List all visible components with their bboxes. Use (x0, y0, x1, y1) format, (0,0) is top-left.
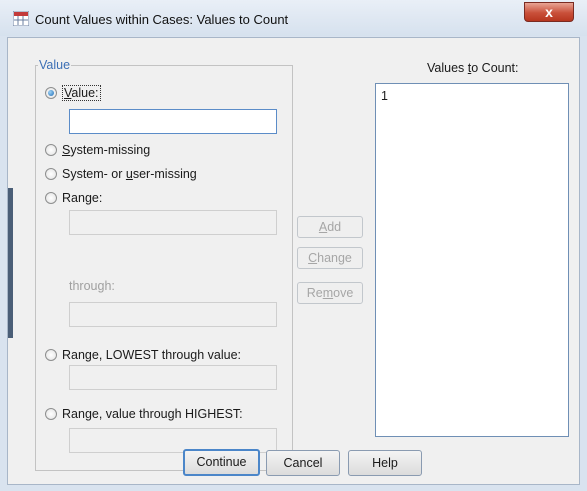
radio-value-label: Value: (62, 85, 101, 101)
radio-range-lowest-label: Range, LOWEST through value: (62, 348, 242, 362)
through-label: through: (69, 279, 115, 293)
values-to-count-label: Values to Count: (427, 61, 519, 75)
radio-unselected-icon (45, 192, 57, 204)
radio-system-missing-label: System-missing (62, 143, 151, 157)
radio-unselected-icon (45, 408, 57, 420)
radio-selected-icon (45, 87, 57, 99)
close-icon: x (545, 4, 553, 20)
radio-range-lowest[interactable]: Range, LOWEST through value: (45, 348, 241, 362)
add-button[interactable]: Add (297, 216, 363, 238)
list-item[interactable]: 1 (381, 89, 388, 103)
radio-range-highest-label: Range, value through HIGHEST: (62, 407, 243, 421)
radio-unselected-icon (45, 168, 57, 180)
radio-system-missing[interactable]: System-missing (45, 143, 150, 157)
value-input[interactable] (69, 109, 277, 134)
window-edge-strip (8, 188, 13, 338)
help-button[interactable]: Help (348, 450, 422, 476)
radio-system-or-user-missing[interactable]: System- or user-missing (45, 167, 197, 181)
values-to-count-list[interactable]: 1 (375, 83, 569, 437)
close-button[interactable]: x (524, 2, 574, 22)
radio-value[interactable]: Value: (45, 85, 101, 101)
continue-button[interactable]: Continue (183, 449, 260, 476)
spss-app-icon (13, 11, 29, 26)
window-title: Count Values within Cases: Values to Cou… (35, 12, 289, 27)
radio-range-highest[interactable]: Range, value through HIGHEST: (45, 407, 243, 421)
cancel-button[interactable]: Cancel (266, 450, 340, 476)
remove-button[interactable]: Remove (297, 282, 363, 304)
range-from-input[interactable] (69, 210, 277, 235)
change-button[interactable]: Change (297, 247, 363, 269)
radio-range[interactable]: Range: (45, 191, 102, 205)
range-to-input[interactable] (69, 302, 277, 327)
range-lowest-input[interactable] (69, 365, 277, 390)
dialog-body: Value Value: System-missing System- or u… (7, 37, 580, 485)
value-group-legend: Value (38, 58, 72, 72)
radio-system-or-user-missing-label: System- or user-missing (62, 167, 197, 181)
radio-range-label: Range: (62, 191, 103, 205)
value-groupbox: Value Value: System-missing System- or u… (35, 58, 293, 471)
radio-unselected-icon (45, 349, 57, 361)
radio-unselected-icon (45, 144, 57, 156)
title-bar: Count Values within Cases: Values to Cou… (0, 0, 587, 36)
